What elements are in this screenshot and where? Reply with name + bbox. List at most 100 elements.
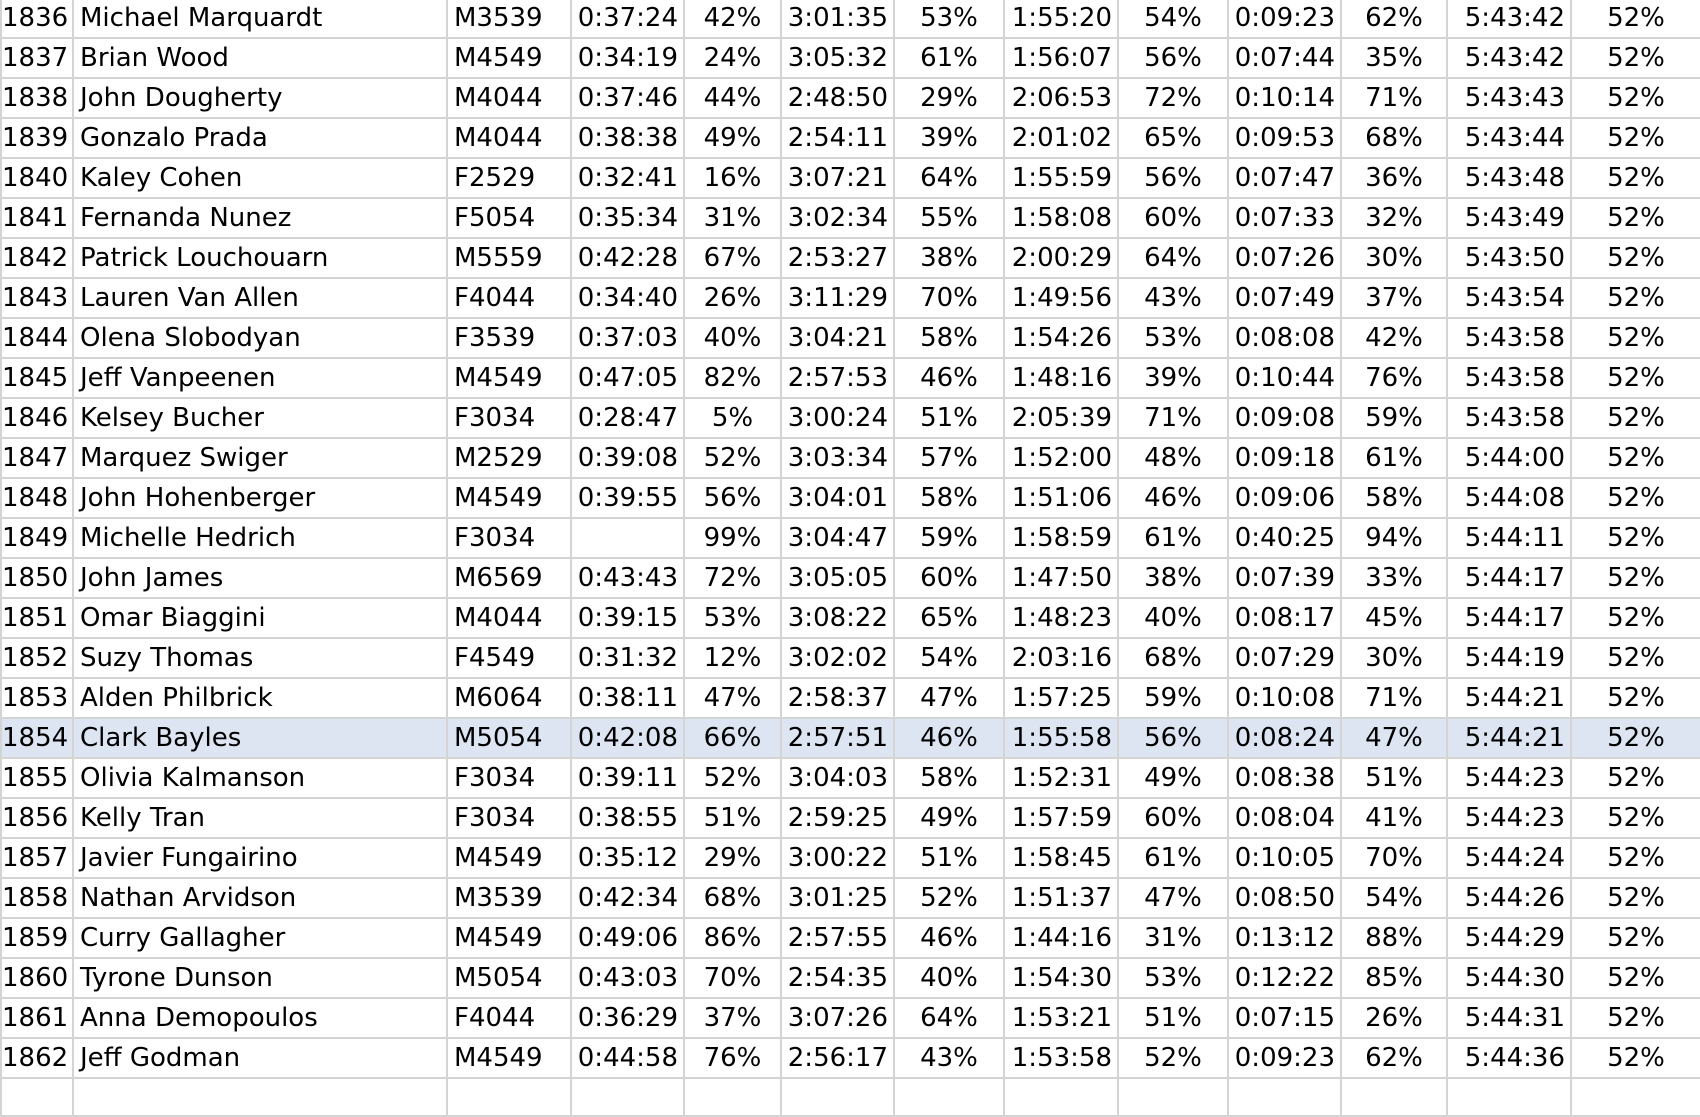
swim-percent-cell[interactable]: 29% <box>683 837 782 879</box>
name-cell[interactable]: Olivia Kalmanson <box>72 757 448 799</box>
run-time-cell[interactable]: 1:55:58 <box>1003 717 1119 759</box>
swim-percent-cell[interactable]: 70% <box>683 957 782 999</box>
swim-time-cell[interactable]: 0:35:12 <box>570 837 685 879</box>
bike-time-cell[interactable]: 3:07:26 <box>780 997 895 1039</box>
name-cell[interactable]: John Dougherty <box>72 77 448 119</box>
transition-percent-cell[interactable]: 45% <box>1340 597 1448 639</box>
swim-time-cell[interactable]: 0:43:03 <box>570 957 685 999</box>
division-cell[interactable]: M5054 <box>446 957 572 999</box>
table-row[interactable] <box>0 1077 1700 1117</box>
run-time-cell[interactable]: 1:54:26 <box>1003 317 1119 359</box>
transition-percent-cell[interactable]: 59% <box>1340 397 1448 439</box>
swim-percent-cell[interactable]: 53% <box>683 597 782 639</box>
run-percent-cell[interactable]: 39% <box>1117 357 1229 399</box>
bike-percent-cell[interactable]: 39% <box>893 117 1005 159</box>
transition-percent-cell[interactable]: 94% <box>1340 517 1448 559</box>
run-time-cell[interactable]: 2:06:53 <box>1003 77 1119 119</box>
bike-time-cell[interactable]: 2:59:25 <box>780 797 895 839</box>
name-cell[interactable]: Gonzalo Prada <box>72 117 448 159</box>
total-percent-cell[interactable]: 52% <box>1570 557 1700 599</box>
transition-time-cell[interactable]: 0:07:33 <box>1227 197 1342 239</box>
name-cell[interactable]: Jeff Godman <box>72 1037 448 1079</box>
swim-percent-cell[interactable]: 72% <box>683 557 782 599</box>
total-percent-cell[interactable]: 52% <box>1570 757 1700 799</box>
place-cell[interactable]: 1862 <box>0 1037 74 1079</box>
bike-time-cell[interactable]: 2:57:53 <box>780 357 895 399</box>
transition-percent-cell[interactable]: 32% <box>1340 197 1448 239</box>
bike-percent-cell[interactable]: 46% <box>893 717 1005 759</box>
run-percent-cell[interactable]: 46% <box>1117 477 1229 519</box>
transition-percent-cell[interactable]: 76% <box>1340 357 1448 399</box>
run-percent-cell[interactable]: 53% <box>1117 957 1229 999</box>
division-cell[interactable]: F4549 <box>446 637 572 679</box>
division-cell[interactable]: M4549 <box>446 1037 572 1079</box>
transition-time-cell[interactable]: 0:10:08 <box>1227 677 1342 719</box>
place-cell[interactable]: 1854 <box>0 717 74 759</box>
swim-percent-cell[interactable]: 31% <box>683 197 782 239</box>
name-cell[interactable]: Kelsey Bucher <box>72 397 448 439</box>
total-percent-cell[interactable]: 52% <box>1570 1037 1700 1079</box>
run-time-cell[interactable]: 1:52:31 <box>1003 757 1119 799</box>
table-row[interactable]: 1860 Tyrone Dunson M5054 0:43:03 70% 2:54:35 4… <box>0 957 1700 999</box>
bike-time-cell[interactable]: 3:05:32 <box>780 37 895 79</box>
run-percent-cell[interactable]: 68% <box>1117 637 1229 679</box>
place-cell[interactable]: 1861 <box>0 997 74 1039</box>
swim-time-cell[interactable]: 0:43:43 <box>570 557 685 599</box>
total-time-cell[interactable]: 5:44:24 <box>1446 837 1572 879</box>
bike-percent-cell[interactable]: 38% <box>893 237 1005 279</box>
bike-percent-cell[interactable]: 54% <box>893 637 1005 679</box>
bike-percent-cell[interactable]: 53% <box>893 0 1005 39</box>
swim-percent-cell[interactable]: 99% <box>683 517 782 559</box>
transition-percent-cell[interactable]: 71% <box>1340 77 1448 119</box>
division-cell[interactable]: M6569 <box>446 557 572 599</box>
total-percent-cell[interactable]: 52% <box>1570 477 1700 519</box>
division-cell[interactable]: F3034 <box>446 757 572 799</box>
bike-percent-cell[interactable]: 55% <box>893 197 1005 239</box>
transition-time-cell[interactable]: 0:07:39 <box>1227 557 1342 599</box>
division-cell[interactable]: F3539 <box>446 317 572 359</box>
name-cell[interactable]: Michael Marquardt <box>72 0 448 39</box>
division-cell[interactable]: M4044 <box>446 597 572 639</box>
transition-percent-cell[interactable]: 88% <box>1340 917 1448 959</box>
total-percent-cell[interactable]: 52% <box>1570 197 1700 239</box>
table-row[interactable]: 1851 Omar Biaggini M4044 0:39:15 53% 3:08:22 6… <box>0 597 1700 639</box>
run-percent-cell[interactable]: 48% <box>1117 437 1229 479</box>
run-percent-cell[interactable]: 56% <box>1117 157 1229 199</box>
name-cell[interactable]: Marquez Swiger <box>72 437 448 479</box>
run-time-cell[interactable]: 1:58:59 <box>1003 517 1119 559</box>
run-percent-cell[interactable]: 56% <box>1117 37 1229 79</box>
total-percent-cell[interactable]: 52% <box>1570 517 1700 559</box>
swim-percent-cell[interactable]: 40% <box>683 317 782 359</box>
run-percent-cell[interactable]: 61% <box>1117 837 1229 879</box>
total-time-cell[interactable]: 5:44:23 <box>1446 757 1572 799</box>
run-time-cell[interactable]: 1:54:30 <box>1003 957 1119 999</box>
name-cell[interactable]: Anna Demopoulos <box>72 997 448 1039</box>
bike-percent-cell[interactable]: 51% <box>893 837 1005 879</box>
transition-percent-cell[interactable]: 47% <box>1340 717 1448 759</box>
bike-percent-cell[interactable]: 52% <box>893 877 1005 919</box>
table-row[interactable]: 1848 John Hohenberger M4549 0:39:55 56% 3:04:… <box>0 477 1700 519</box>
transition-time-cell[interactable]: 0:09:23 <box>1227 1037 1342 1079</box>
name-cell[interactable]: Olena Slobodyan <box>72 317 448 359</box>
swim-time-cell[interactable]: 0:39:15 <box>570 597 685 639</box>
bike-percent-cell[interactable]: 49% <box>893 797 1005 839</box>
run-time-cell[interactable]: 1:56:07 <box>1003 37 1119 79</box>
division-cell[interactable]: M4549 <box>446 37 572 79</box>
bike-time-cell[interactable]: 3:00:24 <box>780 397 895 439</box>
swim-percent-cell[interactable]: 52% <box>683 757 782 799</box>
name-cell[interactable]: Fernanda Nunez <box>72 197 448 239</box>
bike-time-cell[interactable]: 2:58:37 <box>780 677 895 719</box>
total-time-cell[interactable]: 5:44:17 <box>1446 597 1572 639</box>
transition-percent-cell[interactable]: 51% <box>1340 757 1448 799</box>
total-time-cell[interactable]: 5:43:44 <box>1446 117 1572 159</box>
division-cell[interactable]: F3034 <box>446 797 572 839</box>
total-percent-cell[interactable]: 52% <box>1570 437 1700 479</box>
bike-time-cell[interactable]: 3:04:01 <box>780 477 895 519</box>
table-row[interactable]: 1861 Anna Demopoulos F4044 0:36:29 37% 3:07:2… <box>0 997 1700 1039</box>
run-percent-cell[interactable]: 64% <box>1117 237 1229 279</box>
bike-percent-cell[interactable]: 57% <box>893 437 1005 479</box>
total-time-cell[interactable]: 5:43:48 <box>1446 157 1572 199</box>
run-percent-cell[interactable]: 49% <box>1117 757 1229 799</box>
run-percent-cell[interactable]: 52% <box>1117 1037 1229 1079</box>
transition-percent-cell[interactable]: 68% <box>1340 117 1448 159</box>
